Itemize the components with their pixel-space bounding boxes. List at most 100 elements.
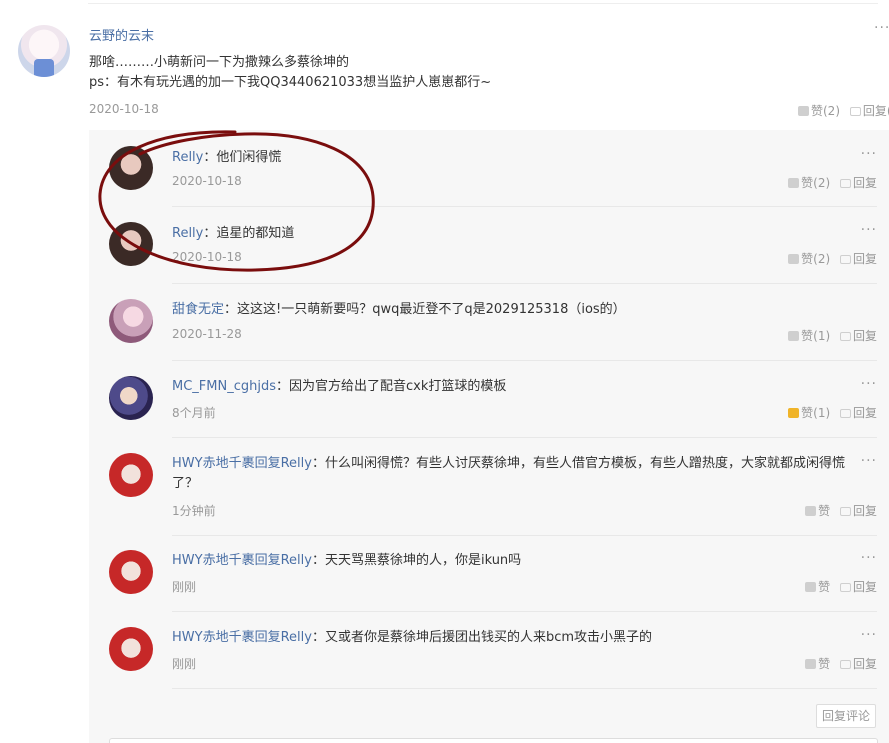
reply-more-icon[interactable]: ···	[861, 627, 877, 643]
reply-button[interactable]: 回复	[839, 655, 877, 672]
like-button[interactable]: 赞(1)	[788, 327, 830, 344]
like-button[interactable]: 赞(2)	[788, 250, 830, 267]
reply-separator: ：	[311, 553, 325, 568]
reply-button[interactable]: 回复	[839, 404, 877, 421]
reply-avatar[interactable]	[109, 376, 153, 420]
reply-button[interactable]: 回复	[839, 327, 877, 344]
reply-actions: 赞(1) 回复	[782, 327, 877, 344]
reply-avatar[interactable]	[109, 550, 153, 594]
reply-separator: ：	[203, 226, 217, 241]
reply-item: HWY赤地千裹回复Relly：什么叫闲得慌？有些人讨厌蔡徐坤，有些人借官方模板，…	[109, 453, 877, 536]
main-reply-label: 回复(7	[862, 104, 889, 118]
thumb-up-icon	[788, 408, 800, 418]
reply-actions: 赞 回复	[799, 655, 877, 672]
reply-more-icon[interactable]: ···	[861, 146, 877, 162]
divider	[172, 360, 877, 361]
like-button[interactable]: 赞(1)	[788, 404, 830, 421]
divider	[172, 611, 877, 612]
like-button[interactable]: 赞(2)	[788, 174, 830, 191]
like-button[interactable]: 赞	[805, 578, 830, 595]
reply-button[interactable]: 回复	[839, 174, 877, 191]
reply-date: 刚刚	[172, 657, 197, 671]
reply-separator: ：	[224, 302, 238, 317]
reply-author[interactable]: HWY赤地千裹回复Relly	[172, 630, 312, 645]
reply-separator: ：	[203, 150, 217, 165]
reply-item: Relly：他们闲得慌 ··· 2020-10-18 赞(2) 回复	[109, 146, 877, 207]
reply-button[interactable]: 回复	[839, 502, 877, 519]
reply-input[interactable]	[109, 738, 878, 743]
reply-date: 2020-10-18	[172, 250, 242, 264]
reply-avatar[interactable]	[109, 453, 153, 497]
reply-button[interactable]: 回复	[839, 250, 877, 267]
thumb-up-icon	[798, 106, 809, 116]
main-comment-more-icon[interactable]: ···	[874, 20, 889, 36]
comment-icon	[839, 255, 851, 264]
reply-text: 甜食无定：这这这!一只萌新要吗？qwq最近登不了q是2029125318（ios…	[172, 300, 852, 320]
like-button[interactable]: 赞	[805, 502, 830, 519]
reply-comment-button[interactable]: 回复评论	[816, 704, 876, 728]
reply-date: 1分钟前	[172, 504, 216, 518]
reply-author[interactable]: HWY赤地千裹回复Relly	[172, 456, 312, 471]
main-like-label: 赞(2)	[811, 104, 840, 118]
reply-label: 回复	[852, 176, 877, 190]
reply-actions: 赞(2) 回复	[782, 174, 877, 191]
thumb-up-icon	[788, 331, 800, 341]
reply-text: Relly：追星的都知道	[172, 224, 852, 244]
reply-button[interactable]: 回复	[839, 578, 877, 595]
reply-text: HWY赤地千裹回复Relly：天天骂黑蔡徐坤的人，你是ikun吗	[172, 551, 852, 571]
reply-avatar[interactable]	[109, 146, 153, 190]
reply-more-icon[interactable]: ···	[861, 453, 877, 469]
divider	[172, 535, 877, 536]
thumb-up-icon	[788, 178, 800, 188]
comment-icon	[839, 409, 851, 418]
reply-avatar[interactable]	[109, 627, 153, 671]
reply-author[interactable]: Relly	[172, 226, 203, 241]
reply-label: 回复	[852, 504, 877, 518]
main-comment-avatar[interactable]	[18, 25, 70, 77]
reply-actions: 赞 回复	[799, 502, 877, 519]
like-label: 赞	[818, 504, 831, 518]
reply-author[interactable]: 甜食无定	[172, 302, 224, 317]
main-comment-text-line1: 那啥………小萌新问一下为撒辣么多蔡徐坤的	[89, 55, 350, 70]
reply-avatar[interactable]	[109, 299, 153, 343]
reply-author[interactable]: HWY赤地千裹回复Relly	[172, 553, 312, 568]
reply-item: HWY赤地千裹回复Relly：又或者你是蔡徐坤后援团出钱买的人来bcm攻击小黑子…	[109, 627, 877, 689]
divider	[172, 283, 877, 284]
reply-text: HWY赤地千裹回复Relly：又或者你是蔡徐坤后援团出钱买的人来bcm攻击小黑子…	[172, 628, 852, 648]
reply-content: 他们闲得慌	[216, 150, 282, 165]
reply-more-icon[interactable]: ···	[861, 222, 877, 238]
comment-icon	[839, 179, 851, 188]
comment-icon	[839, 507, 851, 516]
main-comment-text-line2: ps：有木有玩光遇的加一下我QQ3440621033想当监护人崽崽都行~	[89, 75, 492, 90]
like-label: 赞	[818, 657, 831, 671]
main-comment-author[interactable]: 云野的云末	[89, 25, 154, 44]
reply-separator: ：	[311, 630, 325, 645]
reply-author[interactable]: Relly	[172, 150, 203, 165]
reply-more-icon[interactable]: ···	[861, 550, 877, 566]
divider	[172, 688, 877, 689]
thumb-up-icon	[805, 582, 817, 592]
reply-avatar[interactable]	[109, 222, 153, 266]
reply-item: Relly：追星的都知道 ··· 2020-10-18 赞(2) 回复	[109, 222, 877, 284]
comment-icon	[839, 332, 851, 341]
like-button[interactable]: 赞	[805, 655, 830, 672]
reply-content: 追星的都知道	[216, 226, 295, 241]
main-comment-date: 2020-10-18	[89, 102, 159, 116]
like-label: 赞(1)	[801, 329, 831, 343]
comment-icon	[839, 583, 851, 592]
reply-more-icon[interactable]: ···	[861, 376, 877, 392]
reply-content: 因为官方给出了配音cxk打篮球的模板	[289, 379, 507, 394]
main-reply-button[interactable]: 回复(7	[849, 102, 889, 119]
reply-author[interactable]: MC_FMN_cghjds	[172, 379, 276, 394]
reply-text: MC_FMN_cghjds：因为官方给出了配音cxk打篮球的模板	[172, 377, 852, 397]
reply-actions: 赞 回复	[799, 578, 877, 595]
thumb-up-icon	[805, 506, 817, 516]
reply-content: 又或者你是蔡徐坤后援团出钱买的人来bcm攻击小黑子的	[324, 630, 653, 645]
reply-item: MC_FMN_cghjds：因为官方给出了配音cxk打篮球的模板 ··· 8个月…	[109, 376, 877, 438]
like-label: 赞(1)	[801, 406, 831, 420]
comment-icon	[849, 107, 861, 116]
divider	[172, 206, 877, 207]
reply-item: HWY赤地千裹回复Relly：天天骂黑蔡徐坤的人，你是ikun吗 ··· 刚刚 …	[109, 550, 877, 612]
main-like-button[interactable]: 赞(2)	[798, 102, 840, 119]
comment-icon	[839, 660, 851, 669]
